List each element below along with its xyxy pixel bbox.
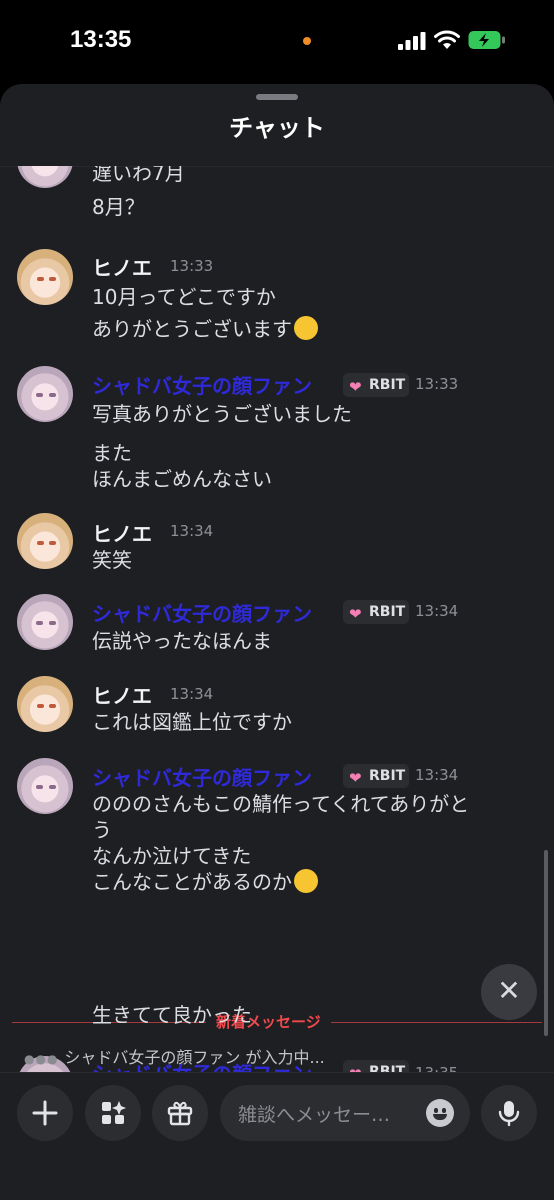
- badge-label: RBIT: [369, 1064, 406, 1072]
- avatar[interactable]: [17, 676, 73, 732]
- message-text: のののさんもこの鯖作ってくれてありがと: [92, 792, 470, 816]
- message-text: 写真ありがとうございました: [92, 402, 352, 426]
- username[interactable]: シャドバ女子の顔ファン: [92, 598, 312, 627]
- privacy-indicator-dot: [303, 37, 311, 45]
- message-text: 10月ってどこですか: [92, 285, 276, 309]
- message-input-placeholder: 雑談へメッセー…: [238, 1104, 391, 1126]
- add-button[interactable]: [17, 1085, 73, 1141]
- heart-icon: ❤: [349, 378, 362, 396]
- crying-face-emoji-icon: [294, 869, 318, 893]
- typing-text: シャドバ女子の顔ファン が入力中...: [64, 1048, 325, 1067]
- heart-icon: ❤: [349, 769, 362, 787]
- message-text: 伝説やったなほんま: [92, 629, 272, 653]
- message-list[interactable]: 遅いわ7月 8月？ ヒノエ 13:33 10月ってどこですか ありがとうございま…: [0, 166, 554, 1072]
- message-text-content: こんなことがあるのか: [92, 870, 292, 894]
- apps-icon: [102, 1101, 126, 1124]
- voice-button[interactable]: [481, 1085, 537, 1141]
- typing-dots-icon: ●●●: [24, 1052, 59, 1066]
- username[interactable]: シャドバ女子の顔ファン: [92, 762, 312, 791]
- message-text: う: [92, 818, 112, 842]
- message-text: こんなことがあるのか: [92, 869, 318, 895]
- smiling-face-emoji-icon: [294, 316, 318, 340]
- status-time: 13:35: [70, 26, 132, 53]
- avatar[interactable]: [17, 366, 73, 422]
- avatar[interactable]: [17, 758, 73, 814]
- avatar[interactable]: [17, 513, 73, 569]
- signal-icon: [398, 32, 426, 50]
- typing-indicator: ●●● シャドバ女子の顔ファン が入力中...: [24, 1044, 325, 1068]
- composer-divider: [0, 1072, 554, 1073]
- avatar[interactable]: [17, 249, 73, 305]
- username[interactable]: ヒノエ: [92, 518, 152, 547]
- message-text: ほんまごめんなさい: [92, 467, 272, 491]
- timestamp: 13:35: [415, 1064, 458, 1072]
- message-input[interactable]: 雑談へメッセー…: [220, 1085, 470, 1141]
- timestamp: 13:34: [415, 766, 459, 784]
- message-text: 遅いわ7月: [92, 166, 185, 185]
- status-bar: 13:35: [0, 0, 554, 84]
- role-badge[interactable]: ❤ RBIT: [343, 600, 409, 624]
- avatar[interactable]: [17, 166, 73, 188]
- message-text: これは図鑑上位ですか: [92, 710, 292, 734]
- message-text-content: ありがとうございます: [92, 317, 292, 341]
- badge-label: RBIT: [369, 768, 406, 784]
- message-text: また: [92, 441, 132, 465]
- microphone-icon: [498, 1101, 520, 1127]
- heart-icon: ❤: [349, 1062, 362, 1072]
- apps-button[interactable]: [85, 1085, 141, 1141]
- close-button[interactable]: ✕: [481, 964, 537, 1020]
- message-text: ありがとうございます: [92, 316, 318, 342]
- gift-icon: [167, 1101, 193, 1126]
- badge-label: RBIT: [369, 604, 406, 620]
- message-text: 8月？: [92, 195, 145, 219]
- message-text: 笑笑: [92, 548, 132, 572]
- message-text: 生きてて良かった: [92, 1003, 252, 1027]
- role-badge[interactable]: ❤ RBIT: [343, 373, 409, 397]
- heart-icon: ❤: [349, 605, 362, 623]
- username[interactable]: ヒノエ: [92, 680, 152, 709]
- timestamp: 13:34: [170, 522, 214, 540]
- badge-label: RBIT: [369, 377, 406, 393]
- role-badge[interactable]: ❤ RBIT: [343, 764, 409, 788]
- sheet-grabber[interactable]: [256, 94, 298, 100]
- timestamp: 13:33: [415, 375, 459, 393]
- role-badge[interactable]: ❤ RBIT: [343, 1060, 409, 1072]
- timestamp: 13:34: [415, 602, 459, 620]
- chat-sheet: チャット 遅いわ7月 8月？ ヒノエ 13:33 10月ってどこですか ありがと…: [0, 84, 554, 1200]
- username[interactable]: シャドバ女子の顔ファン: [92, 370, 312, 399]
- timestamp: 13:34: [170, 685, 214, 703]
- page-title: チャット: [229, 114, 325, 142]
- emoji-icon[interactable]: [426, 1099, 454, 1127]
- wifi-icon: [434, 30, 460, 49]
- timestamp: 13:33: [170, 257, 214, 275]
- battery-icon: [468, 31, 505, 49]
- avatar[interactable]: [17, 594, 73, 650]
- scrollbar[interactable]: [544, 850, 548, 1036]
- gift-button[interactable]: [152, 1085, 208, 1141]
- close-icon: ✕: [497, 974, 521, 1007]
- username[interactable]: ヒノエ: [92, 252, 152, 281]
- message-text: なんか泣けてきた: [92, 844, 252, 868]
- plus-icon: [32, 1100, 58, 1126]
